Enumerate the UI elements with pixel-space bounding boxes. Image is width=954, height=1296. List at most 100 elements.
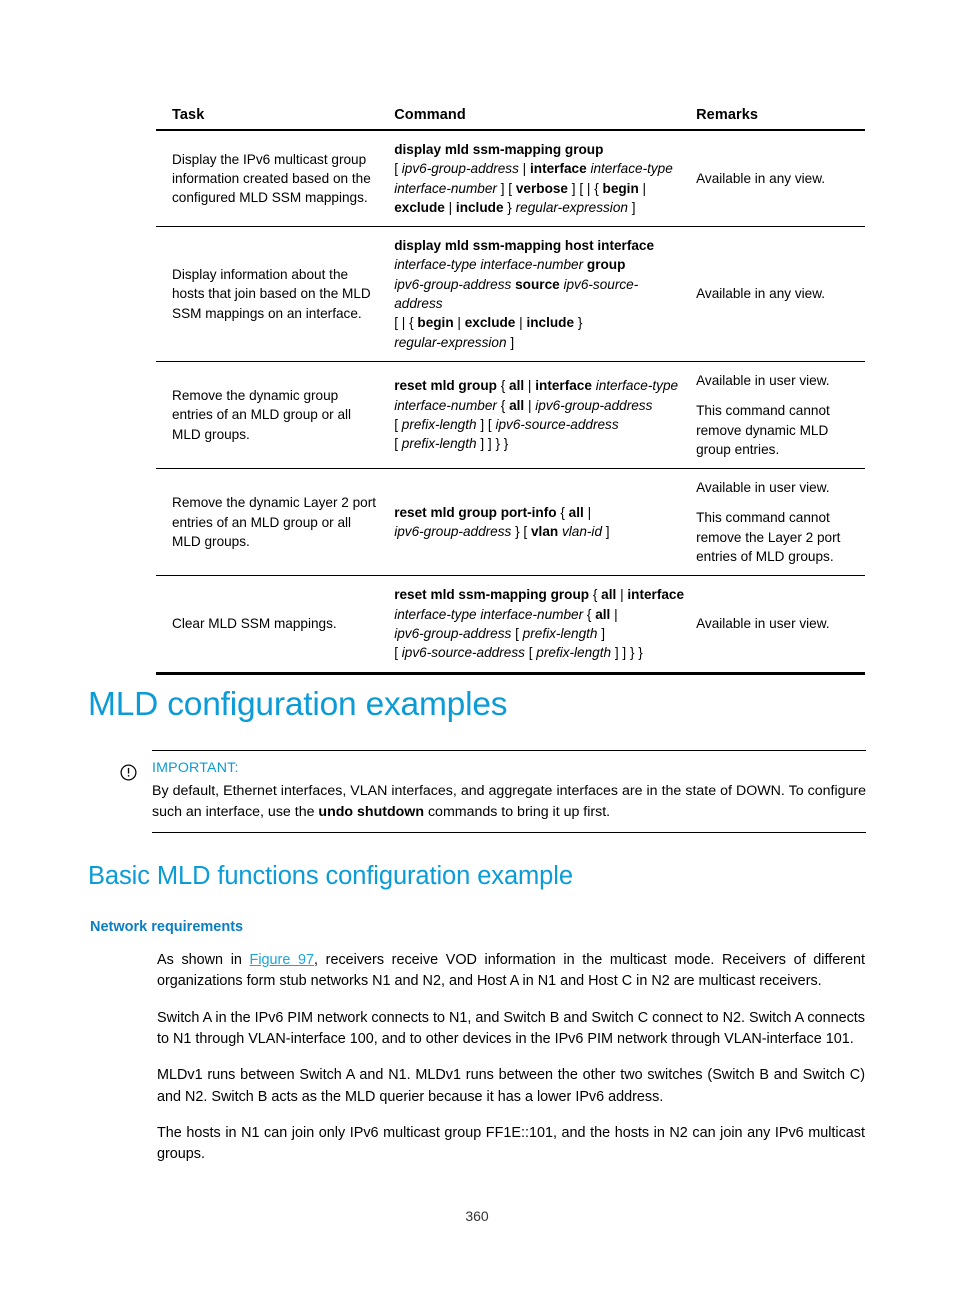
remark-paragraph: This command cannot remove the Layer 2 p… <box>696 510 841 565</box>
command-keyword: all <box>509 378 525 394</box>
section-title-basic-mld-functions: Basic MLD functions configuration exampl… <box>88 862 573 890</box>
command-line: [ ipv6-group-address | interface interfa… <box>394 159 684 178</box>
command-keyword: reset mld group <box>394 378 497 394</box>
command-punctuation: | <box>444 199 456 215</box>
command-keyword: begin <box>417 315 454 331</box>
command-argument: interface-number <box>394 180 497 196</box>
note-title: IMPORTANT: <box>152 760 239 776</box>
command-argument: interface-number <box>394 397 497 413</box>
command-keyword: include <box>455 199 504 215</box>
command-punctuation: ] <box>597 625 606 641</box>
command-line: display mld ssm-mapping group <box>394 140 684 159</box>
table-body: Display the IPv6 multicast group informa… <box>156 130 865 675</box>
figure-97-link[interactable]: Figure 97 <box>250 952 314 968</box>
remark-paragraph: Available in user view. <box>696 372 830 388</box>
command-argument: regular-expression <box>515 199 628 215</box>
command-line: [ prefix-length ] [ ipv6-source-address <box>394 415 684 434</box>
document-page: Task Command Remarks Display the IPv6 mu… <box>0 0 954 1296</box>
command-argument: vlan-id <box>561 524 603 540</box>
note-body: IMPORTANT: By default, Ethernet interfac… <box>152 760 866 822</box>
command-punctuation: [ | { <box>394 315 418 331</box>
command-keyword: verbose <box>515 180 568 196</box>
command-punctuation: ] <box>627 199 636 215</box>
command-line: ipv6-group-address source ipv6-source-ad… <box>394 275 684 314</box>
command-punctuation: [ <box>394 645 402 661</box>
command-punctuation: | <box>638 180 647 196</box>
page-number: 360 <box>465 1208 489 1224</box>
command-punctuation: ] <box>506 334 515 350</box>
table-header: Task Command Remarks <box>156 100 865 131</box>
command-punctuation: { <box>583 606 596 622</box>
cell-task: Display the IPv6 multicast group informa… <box>156 130 395 228</box>
column-header-command: Command <box>394 100 697 131</box>
command-punctuation: } <box>503 199 516 215</box>
remark-paragraph: Available in any view. <box>696 286 826 302</box>
command-punctuation: { <box>496 378 510 394</box>
cell-task: Display information about the hosts that… <box>156 226 395 362</box>
paragraph-3: MLDv1 runs between Switch A and N1. MLDv… <box>157 1067 865 1105</box>
command-punctuation: { <box>496 397 510 413</box>
command-keyword: vlan <box>530 524 559 540</box>
remark-paragraph: Available in user view. <box>696 616 830 632</box>
cell-command: reset mld ssm-mapping group { all | inte… <box>394 575 697 675</box>
command-keyword: exclude <box>464 315 516 331</box>
remark-paragraph: This command cannot remove dynamic MLD g… <box>696 403 830 457</box>
command-keyword: all <box>601 587 617 603</box>
command-argument: ipv6-group-address <box>394 524 512 540</box>
command-keyword: exclude <box>394 199 445 215</box>
note-text-part2: commands to bring it up first. <box>424 803 611 820</box>
command-argument: ipv6-group-address <box>394 625 512 641</box>
command-punctuation: | <box>518 161 530 177</box>
command-argument: interface-type <box>590 161 673 177</box>
command-keyword: reset mld group port-info <box>394 504 557 520</box>
command-line: ipv6-group-address [ prefix-length ] <box>394 624 684 643</box>
command-keyword: interface <box>529 161 587 177</box>
command-argument: ipv6-group-address <box>535 397 653 413</box>
note-bottom-rule <box>152 832 866 834</box>
command-line: interface-number { all | ipv6-group-addr… <box>394 396 684 415</box>
command-argument: ipv6-source-address <box>401 645 525 661</box>
command-argument: prefix-length <box>401 436 477 452</box>
command-line: reset mld group { all | interface interf… <box>394 376 684 395</box>
command-line: reset mld ssm-mapping group { all | inte… <box>394 585 684 604</box>
command-argument: prefix-length <box>536 645 612 661</box>
remark-paragraph: Available in user view. <box>696 480 830 496</box>
command-line: [ ipv6-source-address [ prefix-length ] … <box>394 643 684 662</box>
command-keyword: include <box>526 315 575 331</box>
table-row: Clear MLD SSM mappings. reset mld ssm-map… <box>156 575 865 675</box>
note-text: By default, Ethernet interfaces, VLAN in… <box>152 781 866 822</box>
command-punctuation: [ <box>394 436 402 452</box>
command-line: exclude | include } regular-expression ] <box>394 198 684 217</box>
command-punctuation: | <box>583 504 592 520</box>
table-row: Display information about the hosts that… <box>156 226 865 362</box>
command-line: [ prefix-length ] ] } } <box>394 434 684 453</box>
command-argument: ipv6-source-address <box>495 417 619 433</box>
note-text-bold-command: undo shutdown <box>318 803 425 820</box>
command-reference-table: Task Command Remarks Display the IPv6 mu… <box>156 100 865 675</box>
table-header-row: Task Command Remarks <box>156 100 865 131</box>
body-content: As shown in Figure 97, receivers receive… <box>157 950 865 1166</box>
cell-command: reset mld group { all | interface interf… <box>394 361 697 470</box>
command-line: [ | { begin | exclude | include } <box>394 313 684 332</box>
command-argument: interface-type <box>595 378 679 394</box>
command-punctuation: { <box>556 504 569 520</box>
command-punctuation: ] <box>602 524 610 540</box>
command-keyword: all <box>509 397 525 413</box>
command-argument: ipv6-group-address <box>394 276 512 292</box>
command-line: reset mld group port-info { all | <box>394 503 684 522</box>
command-punctuation: ] [ <box>496 180 516 196</box>
command-punctuation: ] [ <box>476 417 496 433</box>
command-punctuation: ] [ | { <box>568 180 603 196</box>
command-argument: prefix-length <box>522 625 598 641</box>
command-keyword: display mld ssm-mapping host interface <box>394 238 655 254</box>
paragraph-1-part1: As shown in <box>157 952 250 968</box>
command-punctuation: | <box>524 378 536 394</box>
cell-task: Remove the dynamic Layer 2 port entries … <box>156 468 395 577</box>
command-argument: prefix-length <box>401 417 477 433</box>
command-argument: regular-expression <box>394 334 507 350</box>
command-keyword: source <box>515 276 560 292</box>
command-punctuation: [ <box>524 645 537 661</box>
command-punctuation: | <box>515 315 527 331</box>
table-row: Remove the dynamic group entries of an M… <box>156 361 865 470</box>
command-line: ipv6-group-address } [ vlan vlan-id ] <box>394 522 684 541</box>
